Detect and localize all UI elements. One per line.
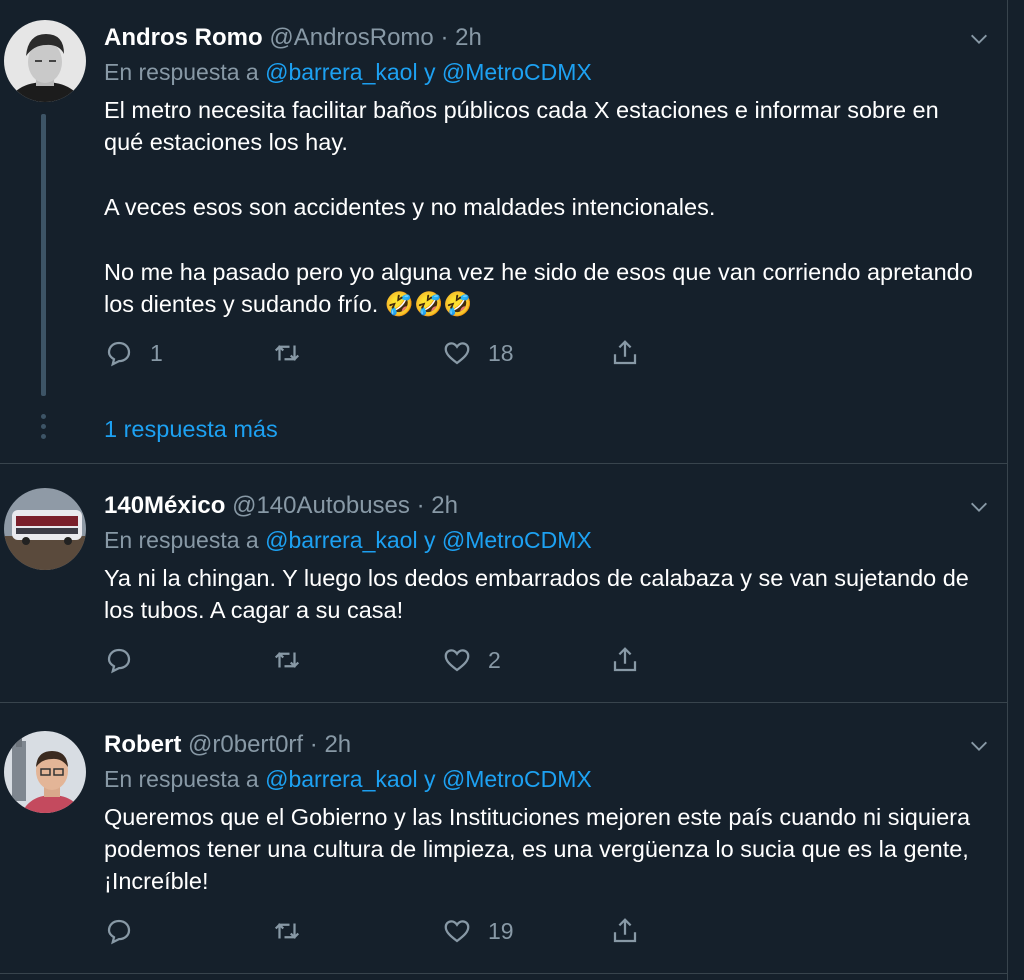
- reply-icon: [107, 648, 131, 674]
- author-handle[interactable]: @AndrosRomo: [269, 24, 433, 51]
- share-icon: [613, 340, 637, 365]
- like-button[interactable]: 19: [442, 911, 514, 951]
- author-name[interactable]: 140México: [104, 492, 225, 519]
- tweet-paragraph: Queremos que el Gobierno y las Instituci…: [104, 804, 971, 894]
- reply-context: En respuesta a @barrera_kaol y @MetroCDM…: [104, 766, 592, 793]
- share-icon: [613, 647, 637, 672]
- like-button[interactable]: 18: [442, 333, 514, 373]
- reply-conjunction: y: [423, 59, 436, 85]
- timestamp[interactable]: 2h: [324, 731, 351, 758]
- like-button[interactable]: 2: [442, 640, 501, 680]
- reply-context: En respuesta a @barrera_kaol y @MetroCDM…: [104, 59, 592, 86]
- reply-count: 1: [150, 339, 163, 366]
- tweet-header: Andros Romo @AndrosRomo · 2h: [104, 24, 482, 52]
- mention-link[interactable]: @barrera_kaol: [265, 59, 417, 85]
- thread-line: [41, 114, 46, 396]
- thread-dots: [41, 414, 46, 444]
- avatar[interactable]: [4, 20, 86, 102]
- reply-conjunction: y: [423, 766, 436, 792]
- share-icon: [613, 918, 637, 943]
- like-count: 18: [488, 339, 514, 366]
- avatar[interactable]: [4, 731, 86, 813]
- heart-icon: [444, 920, 470, 943]
- retweet-button[interactable]: [272, 640, 318, 680]
- retweet-button[interactable]: [272, 333, 318, 373]
- mention-link[interactable]: @MetroCDMX: [442, 766, 592, 792]
- heart-icon: [444, 342, 470, 365]
- author-name[interactable]: Andros Romo: [104, 24, 263, 51]
- show-more-replies-link[interactable]: 1 respuesta más: [104, 416, 278, 443]
- author-handle[interactable]: @r0bert0rf: [188, 731, 303, 758]
- heart-icon: [444, 649, 470, 672]
- tweet-actions: 2: [104, 640, 704, 680]
- tweet-paragraph: El metro necesita facilitar baños públic…: [104, 97, 939, 155]
- share-button[interactable]: [610, 911, 640, 951]
- retweet-icon: [274, 923, 300, 939]
- tweet-actions: 19: [104, 911, 704, 951]
- chevron-down-icon[interactable]: [968, 28, 990, 50]
- tweet-header: 140México @140Autobuses · 2h: [104, 492, 458, 520]
- tweet-paragraph: No me ha pasado pero yo alguna vez he si…: [104, 259, 973, 317]
- avatar[interactable]: [4, 488, 86, 570]
- reply-button[interactable]: 1: [104, 333, 163, 373]
- retweet-button[interactable]: [272, 911, 318, 951]
- tweet-paragraph: Ya ni la chingan. Y luego los dedos emba…: [104, 565, 969, 623]
- tweet-text: El metro necesita facilitar baños públic…: [104, 94, 974, 320]
- reply-conjunction: y: [423, 527, 436, 553]
- tweet-paragraph: A veces esos son accidentes y no maldade…: [104, 194, 716, 220]
- tweet[interactable]: Andros Romo @AndrosRomo · 2h En respuest…: [0, 0, 1008, 464]
- reply-icon: [107, 919, 131, 945]
- like-count: 19: [488, 917, 514, 944]
- reply-button[interactable]: [104, 640, 150, 680]
- separator: ·: [440, 24, 449, 51]
- retweet-icon: [274, 345, 300, 361]
- like-count: 2: [488, 646, 501, 673]
- mention-link[interactable]: @MetroCDMX: [442, 527, 592, 553]
- mention-link[interactable]: @barrera_kaol: [265, 527, 417, 553]
- timestamp[interactable]: 2h: [455, 24, 482, 51]
- share-button[interactable]: [610, 333, 640, 373]
- tweet-actions: 1 18: [104, 333, 704, 373]
- tweet-header: Robert @r0bert0rf · 2h: [104, 731, 351, 759]
- reply-icon: [107, 341, 131, 367]
- reply-context: En respuesta a @barrera_kaol y @MetroCDM…: [104, 527, 592, 554]
- reply-prefix: En respuesta a: [104, 766, 259, 792]
- tweet[interactable]: Robert @r0bert0rf · 2h En respuesta a @b…: [0, 703, 1008, 974]
- separator: ·: [309, 731, 318, 758]
- author-handle[interactable]: @140Autobuses: [232, 492, 410, 519]
- share-button[interactable]: [610, 640, 640, 680]
- tweet-text: Queremos que el Gobierno y las Instituci…: [104, 801, 974, 897]
- tweet[interactable]: 140México @140Autobuses · 2h En respuest…: [0, 464, 1008, 703]
- chevron-down-icon[interactable]: [968, 496, 990, 518]
- reply-prefix: En respuesta a: [104, 527, 259, 553]
- retweet-icon: [274, 652, 300, 668]
- timestamp[interactable]: 2h: [431, 492, 458, 519]
- reply-prefix: En respuesta a: [104, 59, 259, 85]
- tweet-text: Ya ni la chingan. Y luego los dedos emba…: [104, 562, 974, 626]
- mention-link[interactable]: @barrera_kaol: [265, 766, 417, 792]
- separator: ·: [416, 492, 425, 519]
- author-name[interactable]: Robert: [104, 731, 181, 758]
- reply-button[interactable]: [104, 911, 150, 951]
- mention-link[interactable]: @MetroCDMX: [442, 59, 592, 85]
- chevron-down-icon[interactable]: [968, 735, 990, 757]
